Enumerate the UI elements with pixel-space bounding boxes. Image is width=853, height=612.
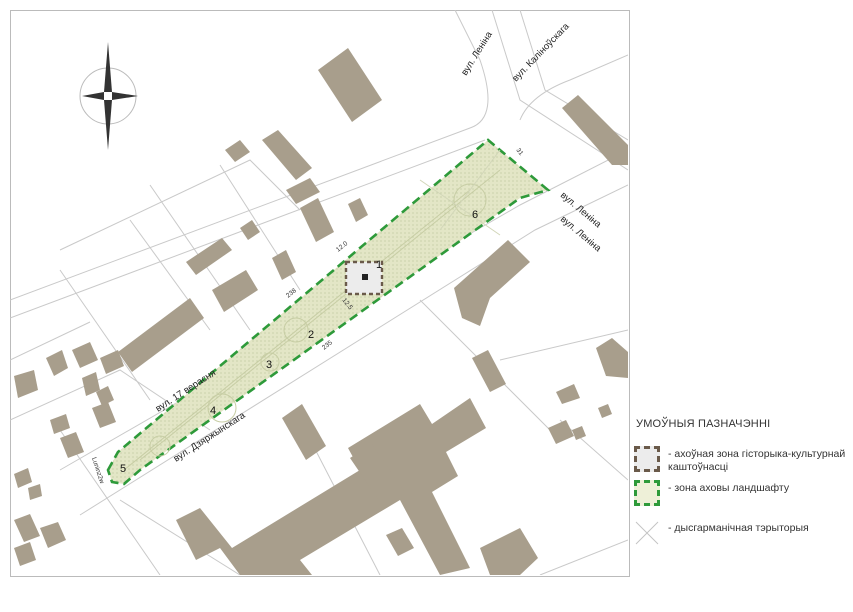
dimension-12-0: 12.0: [335, 240, 350, 254]
legend-title: УМОЎНЫЯ ПАЗНАЧЭННІ: [636, 418, 771, 430]
map-legend: УМОЎНЫЯ ПАЗНАЧЭННІ - ахоўная зона гістор…: [628, 418, 853, 554]
dimension-31: 31: [514, 147, 524, 157]
heritage-zone-swatch: [634, 446, 660, 472]
legend-label-landscape-zone: - зона аховы ландшафту: [668, 482, 790, 494]
legend-item-landscape-zone: - зона аховы ландшафту: [628, 480, 853, 520]
heritage-monument: [362, 274, 368, 280]
legend-item-disharmonious: - дысгарманічная тэрыторыя: [628, 520, 853, 554]
street-label-lunin: Luninz2w: [90, 456, 105, 485]
legend-label-disharmonious: - дысгарманічная тэрыторыя: [668, 522, 809, 534]
legend-item-heritage-zone: - ахоўная зона гісторыка-культурнай кашт…: [628, 446, 853, 480]
legend-label-heritage-zone: - ахоўная зона гісторыка-культурнай кашт…: [668, 448, 846, 473]
landscape-zone-swatch: [634, 480, 660, 506]
zone-number-3: 3: [266, 359, 272, 371]
zone-number-4: 4: [210, 405, 216, 417]
north-arrow-icon: [79, 42, 138, 150]
zone-number-2: 2: [308, 329, 314, 341]
dimension-238: 238: [285, 287, 298, 299]
dimension-235: 235: [321, 339, 334, 351]
zone-number-5: 5: [120, 463, 126, 475]
zone-number-1: 1: [376, 259, 382, 271]
street-label-kalinouskaga: вул. Каліноўскага: [510, 21, 572, 84]
zone-number-6: 6: [472, 209, 478, 221]
disharmonious-swatch-icon: [635, 521, 659, 545]
street-label-lenina-north: вул. Леніна: [459, 29, 495, 78]
